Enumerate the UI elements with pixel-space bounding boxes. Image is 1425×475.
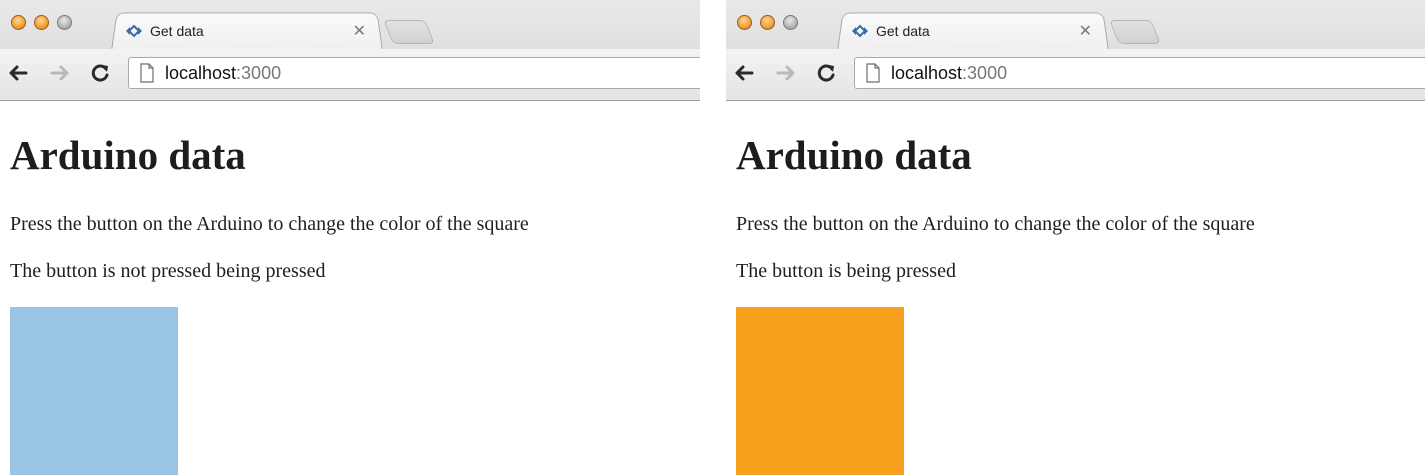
- address-bar[interactable]: localhost:3000: [128, 57, 700, 89]
- url-text: localhost:3000: [165, 63, 281, 84]
- window-controls: [737, 15, 798, 30]
- tab-title: Get data: [876, 23, 930, 39]
- back-arrow-icon: [735, 65, 754, 81]
- back-button[interactable]: [6, 61, 30, 85]
- browser-window-left: Get data ✕ localhost:3000 Arduino data P…: [0, 0, 700, 475]
- minimize-window-button[interactable]: [760, 15, 775, 30]
- back-arrow-icon: [9, 65, 28, 81]
- toolbar: localhost:3000: [0, 49, 700, 100]
- page-content: Arduino data Press the button on the Ard…: [0, 101, 700, 475]
- instruction-text: Press the button on the Arduino to chang…: [10, 213, 529, 235]
- reload-button[interactable]: [814, 61, 838, 85]
- status-text: The button is being pressed: [736, 260, 956, 282]
- browser-chrome: Get data ✕ localhost:3000: [726, 0, 1425, 101]
- close-icon[interactable]: ✕: [1079, 21, 1092, 41]
- color-square: [736, 307, 904, 475]
- page-content: Arduino data Press the button on the Ard…: [726, 101, 1425, 475]
- diamond-arrows-icon: [852, 24, 868, 38]
- url-text: localhost:3000: [891, 63, 1007, 84]
- reload-icon: [91, 64, 109, 82]
- url-host: localhost: [165, 62, 237, 83]
- diamond-arrows-icon: [126, 24, 142, 38]
- page-icon: [866, 63, 880, 83]
- tab-strip: Get data ✕: [0, 0, 700, 51]
- forward-arrow-icon: [776, 65, 795, 81]
- window-controls: [11, 15, 72, 30]
- forward-arrow-icon: [50, 65, 69, 81]
- page-heading: Arduino data: [10, 132, 246, 178]
- tab-content: Get data ✕: [122, 17, 372, 45]
- color-square: [10, 307, 178, 475]
- new-tab-button[interactable]: [1109, 20, 1161, 44]
- forward-button[interactable]: [48, 61, 72, 85]
- new-tab-button[interactable]: [383, 20, 435, 44]
- back-button[interactable]: [732, 61, 756, 85]
- tab-content: Get data ✕: [848, 17, 1098, 45]
- close-icon[interactable]: ✕: [353, 21, 366, 41]
- url-port: :3000: [962, 62, 1008, 83]
- zoom-window-button[interactable]: [783, 15, 798, 30]
- browser-window-right: Get data ✕ localhost:3000 Arduino data P…: [726, 0, 1425, 475]
- page-heading: Arduino data: [736, 132, 972, 178]
- minimize-window-button[interactable]: [34, 15, 49, 30]
- tab-title: Get data: [150, 23, 204, 39]
- close-window-button[interactable]: [11, 15, 26, 30]
- reload-button[interactable]: [88, 61, 112, 85]
- tab-strip: Get data ✕: [726, 0, 1425, 51]
- close-window-button[interactable]: [737, 15, 752, 30]
- address-bar[interactable]: localhost:3000: [854, 57, 1425, 89]
- zoom-window-button[interactable]: [57, 15, 72, 30]
- browser-chrome: Get data ✕ localhost:3000: [0, 0, 700, 101]
- reload-icon: [817, 64, 835, 82]
- forward-button[interactable]: [774, 61, 798, 85]
- status-text: The button is not pressed being pressed: [10, 260, 326, 282]
- instruction-text: Press the button on the Arduino to chang…: [736, 213, 1255, 235]
- url-host: localhost: [891, 62, 963, 83]
- url-port: :3000: [236, 62, 282, 83]
- page-icon: [140, 63, 154, 83]
- toolbar: localhost:3000: [726, 49, 1425, 100]
